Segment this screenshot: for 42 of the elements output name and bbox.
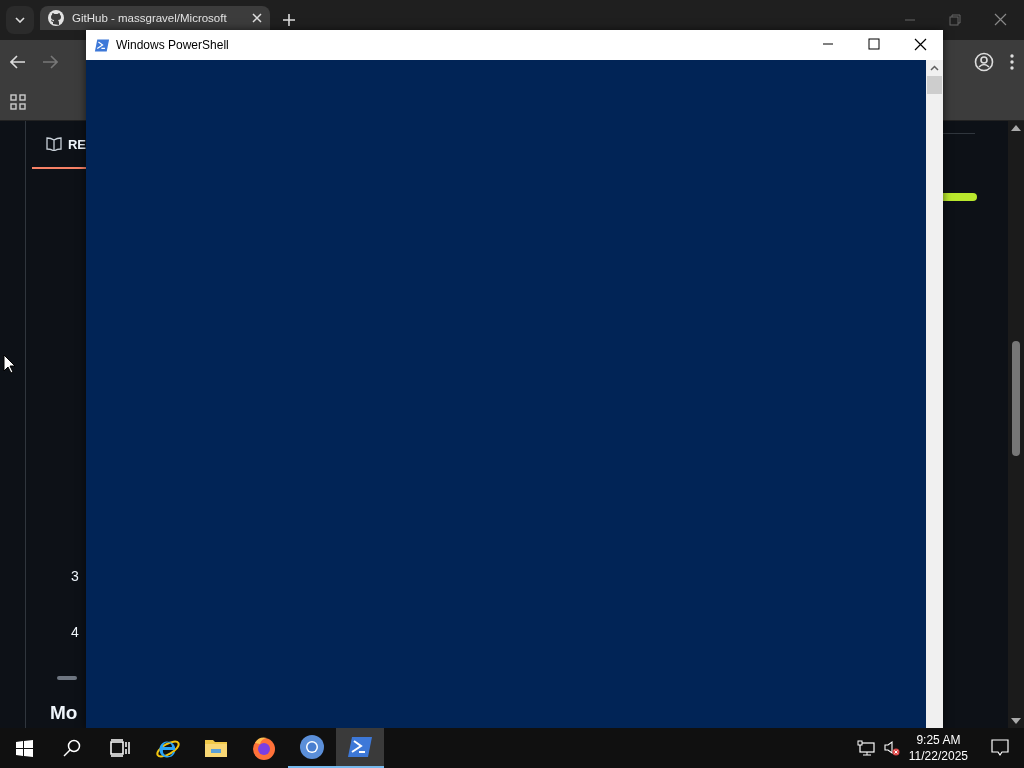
volume-muted-icon[interactable]	[882, 740, 901, 756]
task-view-icon	[110, 739, 130, 757]
tab-title: GitHub - massgravel/Microsoft	[72, 12, 228, 24]
back-arrow-icon[interactable]	[10, 55, 26, 69]
section-heading: Mo	[48, 702, 79, 724]
book-icon	[45, 137, 62, 151]
clock[interactable]: 9:25 AM 11/22/2025	[900, 732, 976, 764]
list-number: 4	[69, 624, 80, 640]
window-title: Windows PowerShell	[116, 38, 229, 52]
search-icon	[63, 739, 81, 757]
up-arrow-icon[interactable]	[1011, 125, 1021, 131]
scrollbar[interactable]	[926, 60, 943, 728]
speech-bubble-icon	[991, 739, 1009, 757]
network-icon[interactable]	[856, 740, 875, 756]
caret-icon	[15, 17, 25, 23]
windows-logo-icon	[15, 739, 33, 757]
apps-grid-icon[interactable]	[10, 94, 26, 110]
time: 9:25 AM	[916, 732, 961, 748]
profile-icon[interactable]	[974, 52, 994, 72]
down-arrow-icon[interactable]	[1011, 718, 1021, 724]
browser-tab[interactable]: GitHub - massgravel/Microsoft	[40, 6, 270, 30]
taskbar-app[interactable]	[336, 728, 384, 768]
forward-arrow-icon[interactable]	[42, 55, 58, 69]
firefox-icon	[251, 735, 277, 761]
tab-label[interactable]: RE	[67, 136, 86, 152]
scrollbar-thumb[interactable]	[927, 76, 942, 94]
menu-icon[interactable]	[1010, 54, 1014, 70]
scrollbar-thumb[interactable]	[1012, 341, 1020, 456]
scrollbar[interactable]	[1008, 121, 1024, 728]
powershell-icon	[94, 38, 110, 52]
tab-search-button[interactable]	[6, 6, 34, 34]
divider-bar	[56, 676, 77, 680]
chrome-icon	[299, 734, 325, 760]
mouse-pointer-icon	[3, 354, 15, 374]
list-number: 3	[69, 568, 80, 584]
github-icon	[48, 10, 64, 26]
highlight-strip	[943, 193, 977, 201]
close-icon[interactable]	[252, 13, 262, 23]
date: 11/22/2025	[908, 748, 968, 764]
folder-icon	[204, 738, 228, 758]
new-tab-icon[interactable]	[282, 13, 296, 27]
powershell-icon	[347, 736, 373, 758]
